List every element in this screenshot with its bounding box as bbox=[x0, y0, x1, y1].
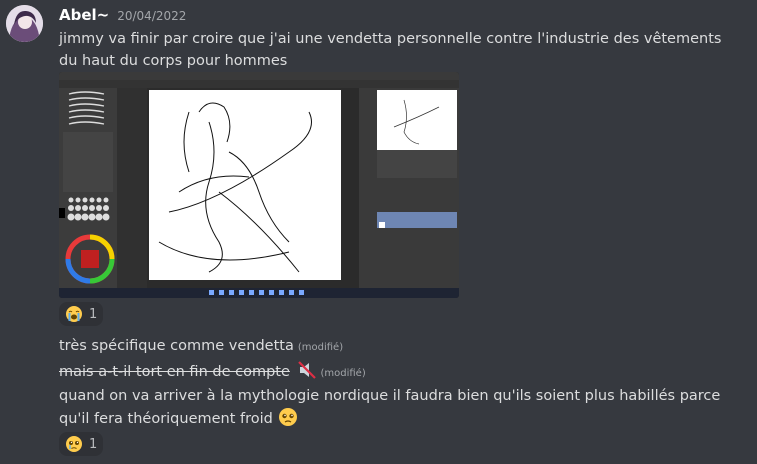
message-body: quand on va arriver à la mythologie nord… bbox=[59, 388, 721, 427]
pleading-face-icon bbox=[65, 435, 83, 453]
reaction-count: 1 bbox=[89, 306, 98, 322]
muted-speaker-icon bbox=[297, 360, 317, 380]
pleading-face-icon bbox=[278, 407, 298, 427]
message-body: très spécifique comme vendetta bbox=[59, 338, 294, 354]
reaction-count: 1 bbox=[89, 436, 98, 452]
message-text: quand on va arriver à la mythologie nord… bbox=[59, 385, 739, 430]
avatar[interactable] bbox=[6, 5, 43, 42]
message-text: jimmy va finir par croire que j'ai une v… bbox=[59, 31, 722, 69]
message-text: très spécifique comme vendetta (modifié) bbox=[59, 335, 739, 359]
message-text: mais a-t-il tort en fin de compte (modif… bbox=[59, 360, 739, 385]
timestamp[interactable]: 20/04/2022 bbox=[117, 9, 186, 23]
reaction-pleading[interactable]: 1 bbox=[59, 432, 103, 456]
edited-label: (modifié) bbox=[320, 368, 366, 379]
edited-label: (modifié) bbox=[297, 342, 344, 353]
image-attachment[interactable] bbox=[59, 72, 459, 298]
loudly-crying-face-icon bbox=[65, 305, 83, 323]
reaction-crying[interactable]: 1 bbox=[59, 302, 103, 326]
message-header: Abel~ 20/04/2022 bbox=[59, 6, 186, 26]
message-body: mais a-t-il tort en fin de compte bbox=[59, 364, 290, 380]
username[interactable]: Abel~ bbox=[59, 6, 109, 24]
